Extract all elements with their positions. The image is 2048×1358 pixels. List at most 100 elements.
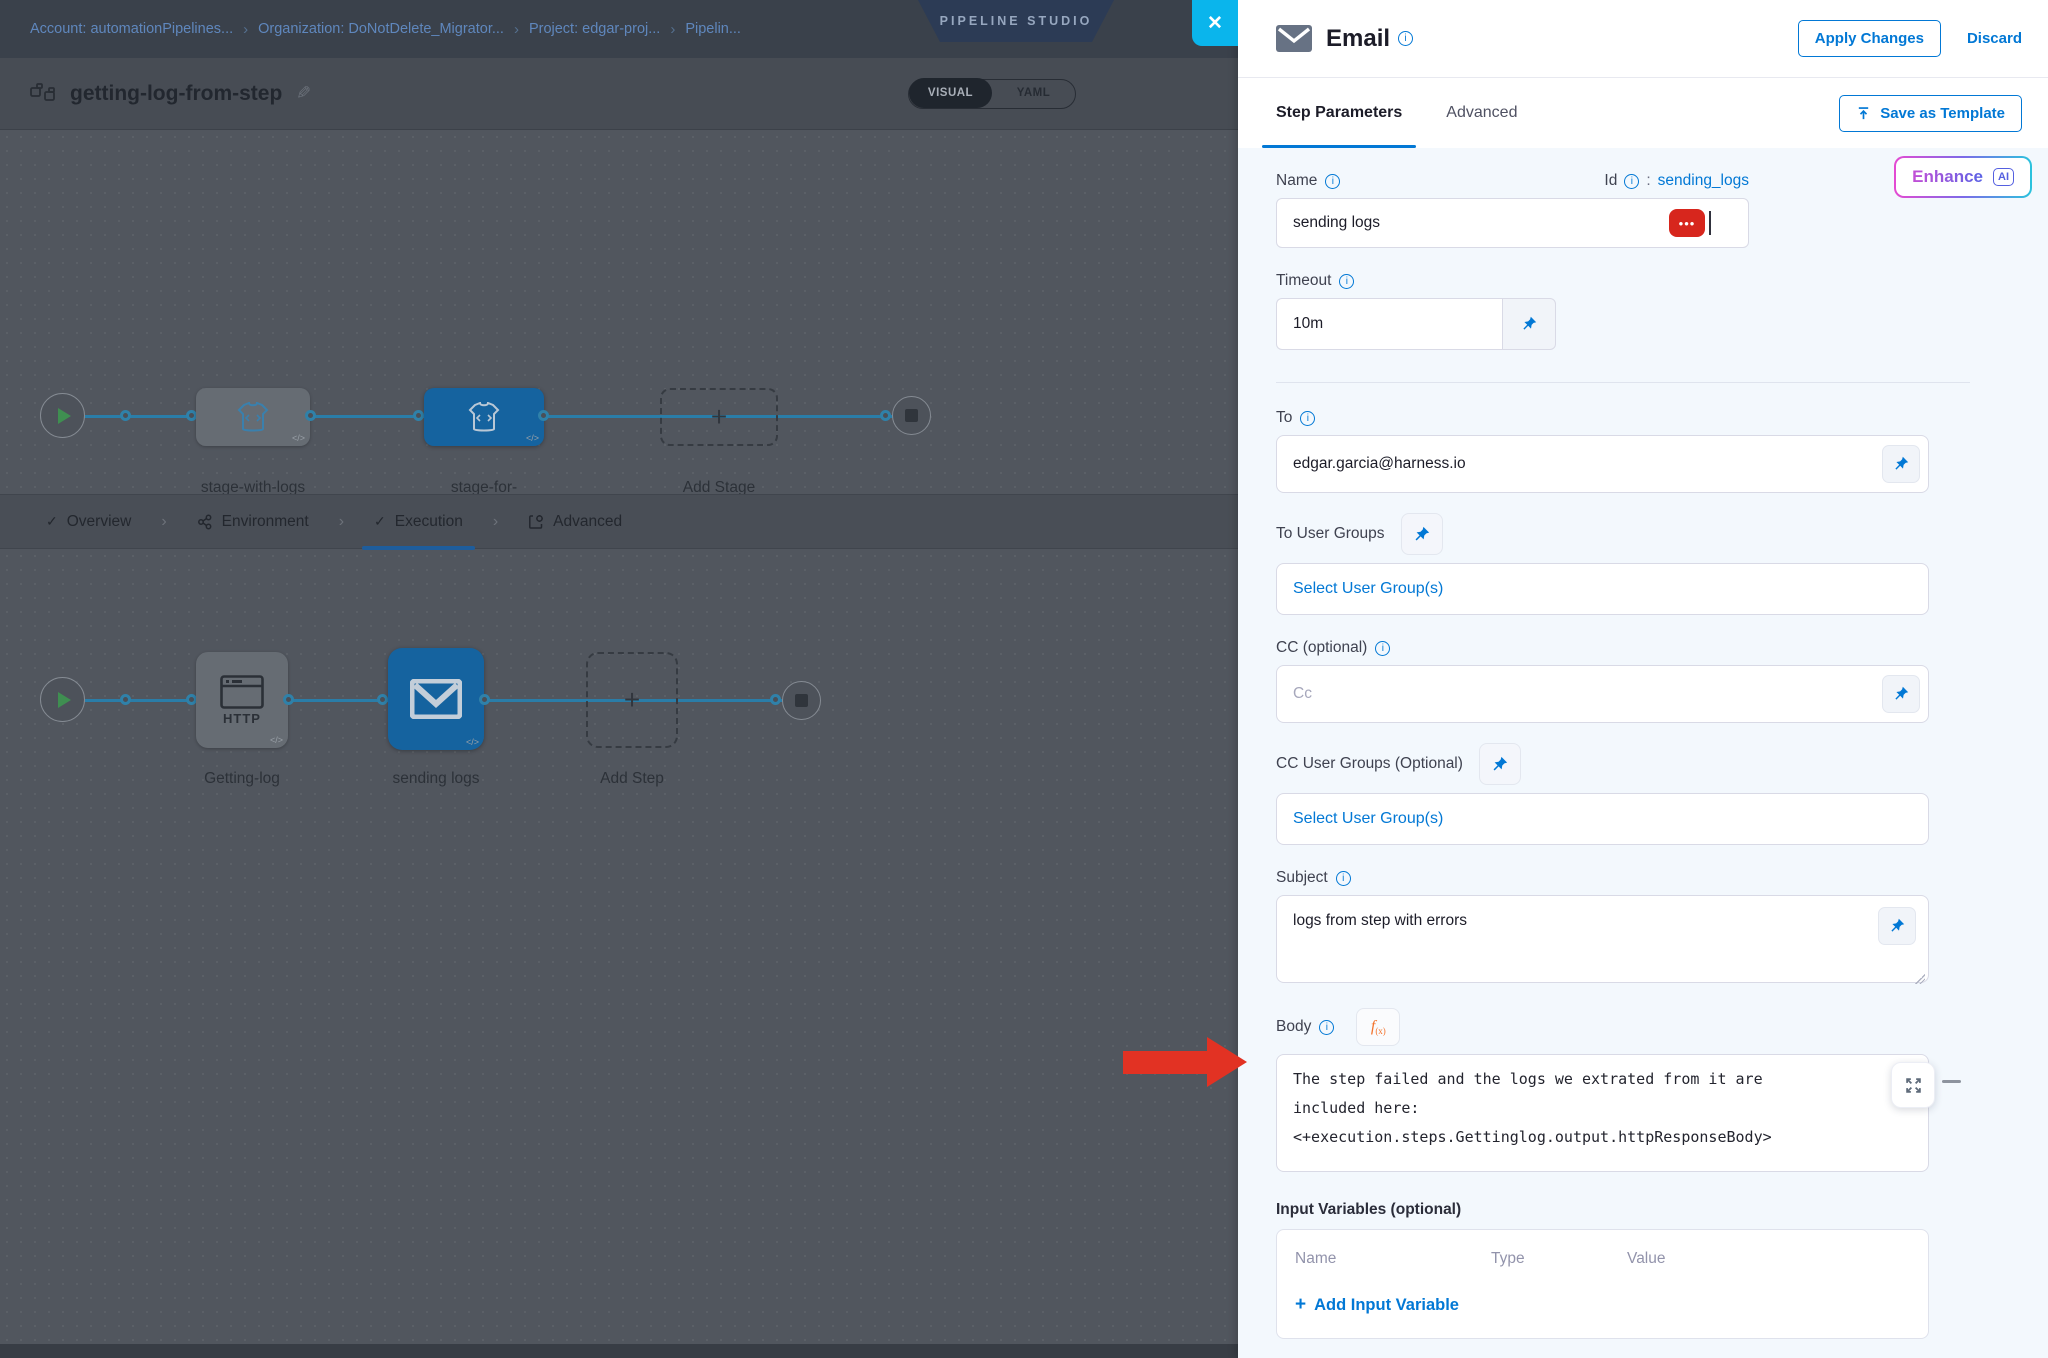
step-parameters-form: Enhance AI Name Id : sending_logs <box>1238 148 2048 1358</box>
subject-label: Subject <box>1276 869 1328 887</box>
tab-environment-label: Environment <box>222 513 309 531</box>
play-icon <box>58 692 71 708</box>
fixed-value-pin-button[interactable] <box>1502 298 1556 350</box>
text-caret <box>1709 211 1711 235</box>
info-icon[interactable] <box>1336 871 1351 886</box>
chevron-right-icon <box>339 513 344 531</box>
discard-button[interactable]: Discard <box>1967 30 2022 47</box>
breadcrumb-project-link[interactable]: Project: edgar-proj... <box>529 21 660 37</box>
column-header-name: Name <box>1295 1250 1491 1268</box>
body-label-row: Body <box>1276 1008 2048 1046</box>
connector-dot <box>120 694 131 705</box>
name-label: Name <box>1276 172 1317 190</box>
timeout-label-row: Timeout <box>1276 270 2048 292</box>
code-corner-icon <box>466 737 479 747</box>
code-corner-icon <box>526 433 539 443</box>
step-node-sending-logs-selected[interactable] <box>388 648 484 750</box>
breadcrumb-account-link[interactable]: Account: automationPipelines... <box>30 21 233 37</box>
to-user-groups-select[interactable]: Select User Group(s) <box>1276 563 1929 615</box>
info-icon[interactable] <box>1319 1020 1334 1035</box>
breadcrumb-pipeline-link[interactable]: Pipelin... <box>685 21 741 37</box>
breadcrumb-organization-link[interactable]: Organization: DoNotDelete_Migrator... <box>258 21 504 37</box>
expand-editor-button[interactable] <box>1891 1062 1935 1108</box>
select-user-groups-link[interactable]: Select User Group(s) <box>1293 580 1443 598</box>
id-value: sending_logs <box>1658 172 1749 190</box>
connector-dot <box>770 694 781 705</box>
cc-label-row: CC (optional) <box>1276 637 2048 659</box>
pipeline-canvas-side: Account: automationPipelines... Organiza… <box>0 0 1238 1358</box>
info-icon[interactable] <box>1398 31 1413 46</box>
close-panel-button[interactable] <box>1192 0 1238 46</box>
id-label: Id <box>1604 172 1617 190</box>
plus-icon <box>1295 1294 1306 1316</box>
cc-input[interactable] <box>1276 665 1929 723</box>
to-input[interactable] <box>1276 435 1929 493</box>
annotation-arrow-head <box>1207 1037 1247 1087</box>
info-icon[interactable] <box>1624 174 1639 189</box>
cc-field-wrap <box>1276 665 1929 723</box>
tab-environment[interactable]: Environment <box>193 495 313 548</box>
scrollbar-thumb[interactable] <box>1942 1080 1961 1083</box>
connector-dot <box>538 410 549 421</box>
pin-icon <box>1491 756 1508 773</box>
edit-pencil-icon[interactable] <box>296 83 311 104</box>
body-textarea[interactable]: The step failed and the logs we extrated… <box>1276 1054 1929 1172</box>
tab-advanced[interactable]: Advanced <box>524 495 626 548</box>
info-icon[interactable] <box>1339 274 1354 289</box>
tab-execution-active[interactable]: Execution <box>370 495 467 548</box>
select-user-groups-link[interactable]: Select User Group(s) <box>1293 810 1443 828</box>
annotation-arrow <box>1123 1037 1249 1087</box>
tab-step-parameters[interactable]: Step Parameters <box>1276 78 1402 148</box>
resize-handle[interactable] <box>1915 974 1925 984</box>
pin-icon <box>1521 316 1537 332</box>
info-icon[interactable] <box>1325 174 1340 189</box>
toggle-yaml[interactable]: YAML <box>992 78 1075 108</box>
fixed-value-pin-button[interactable] <box>1882 445 1920 483</box>
stop-icon <box>905 409 918 422</box>
add-stage-button[interactable] <box>660 388 778 446</box>
stage-node-stage-with-logs[interactable] <box>196 388 310 446</box>
subject-textarea[interactable]: logs from step with errors <box>1276 895 1929 983</box>
to-label: To <box>1276 409 1292 427</box>
fixed-value-pin-button[interactable] <box>1878 907 1916 945</box>
toggle-visual[interactable]: VISUAL <box>909 78 992 108</box>
add-input-variable-label: Add Input Variable <box>1314 1296 1459 1315</box>
email-icon <box>1276 25 1312 52</box>
expression-fx-button[interactable] <box>1356 1008 1400 1046</box>
save-as-template-button[interactable]: Save as Template <box>1839 95 2022 132</box>
tab-advanced[interactable]: Advanced <box>1446 78 1517 148</box>
to-user-groups-label: To User Groups <box>1276 523 1385 545</box>
fixed-value-pin-button[interactable] <box>1479 743 1521 785</box>
pipeline-stage-tabs: Overview Environment Execution <box>0 494 1238 549</box>
connector-dot <box>880 410 891 421</box>
tab-overview[interactable]: Overview <box>42 495 135 548</box>
pin-icon <box>1893 456 1909 472</box>
fixed-value-pin-button[interactable] <box>1401 513 1443 555</box>
enhance-label: Enhance <box>1912 167 1983 187</box>
body-label-wrap: Body <box>1276 1016 1334 1038</box>
connector-dot <box>479 694 490 705</box>
add-step-button[interactable] <box>586 652 678 748</box>
apply-changes-button[interactable]: Apply Changes <box>1798 20 1941 57</box>
timeout-label: Timeout <box>1276 272 1331 290</box>
fixed-value-pin-button[interactable] <box>1882 675 1920 713</box>
stage-node-stage-for-getting-logs-selected[interactable] <box>424 388 544 446</box>
timeout-input[interactable] <box>1276 298 1502 350</box>
info-icon[interactable] <box>1375 641 1390 656</box>
annotation-arrow-shaft <box>1123 1051 1209 1074</box>
tab-overview-label: Overview <box>67 513 132 531</box>
add-input-variable-button[interactable]: Add Input Variable <box>1295 1294 1910 1316</box>
grammar-check-badge-icon[interactable] <box>1669 209 1705 237</box>
panel-title: Email <box>1326 25 1390 53</box>
breadcrumb: Account: automationPipelines... Organiza… <box>0 0 1238 58</box>
enhance-ai-button[interactable]: Enhance AI <box>1894 156 2032 198</box>
check-icon <box>374 513 386 530</box>
cc-user-groups-select[interactable]: Select User Group(s) <box>1276 793 1929 845</box>
section-divider <box>1276 382 1970 383</box>
plus-icon <box>624 684 640 716</box>
to-label-row: To <box>1276 407 2048 429</box>
connector-dot <box>413 410 424 421</box>
info-icon[interactable] <box>1300 411 1315 426</box>
advanced-icon <box>528 514 544 530</box>
step-node-getting-log[interactable]: HTTP <box>196 652 288 748</box>
